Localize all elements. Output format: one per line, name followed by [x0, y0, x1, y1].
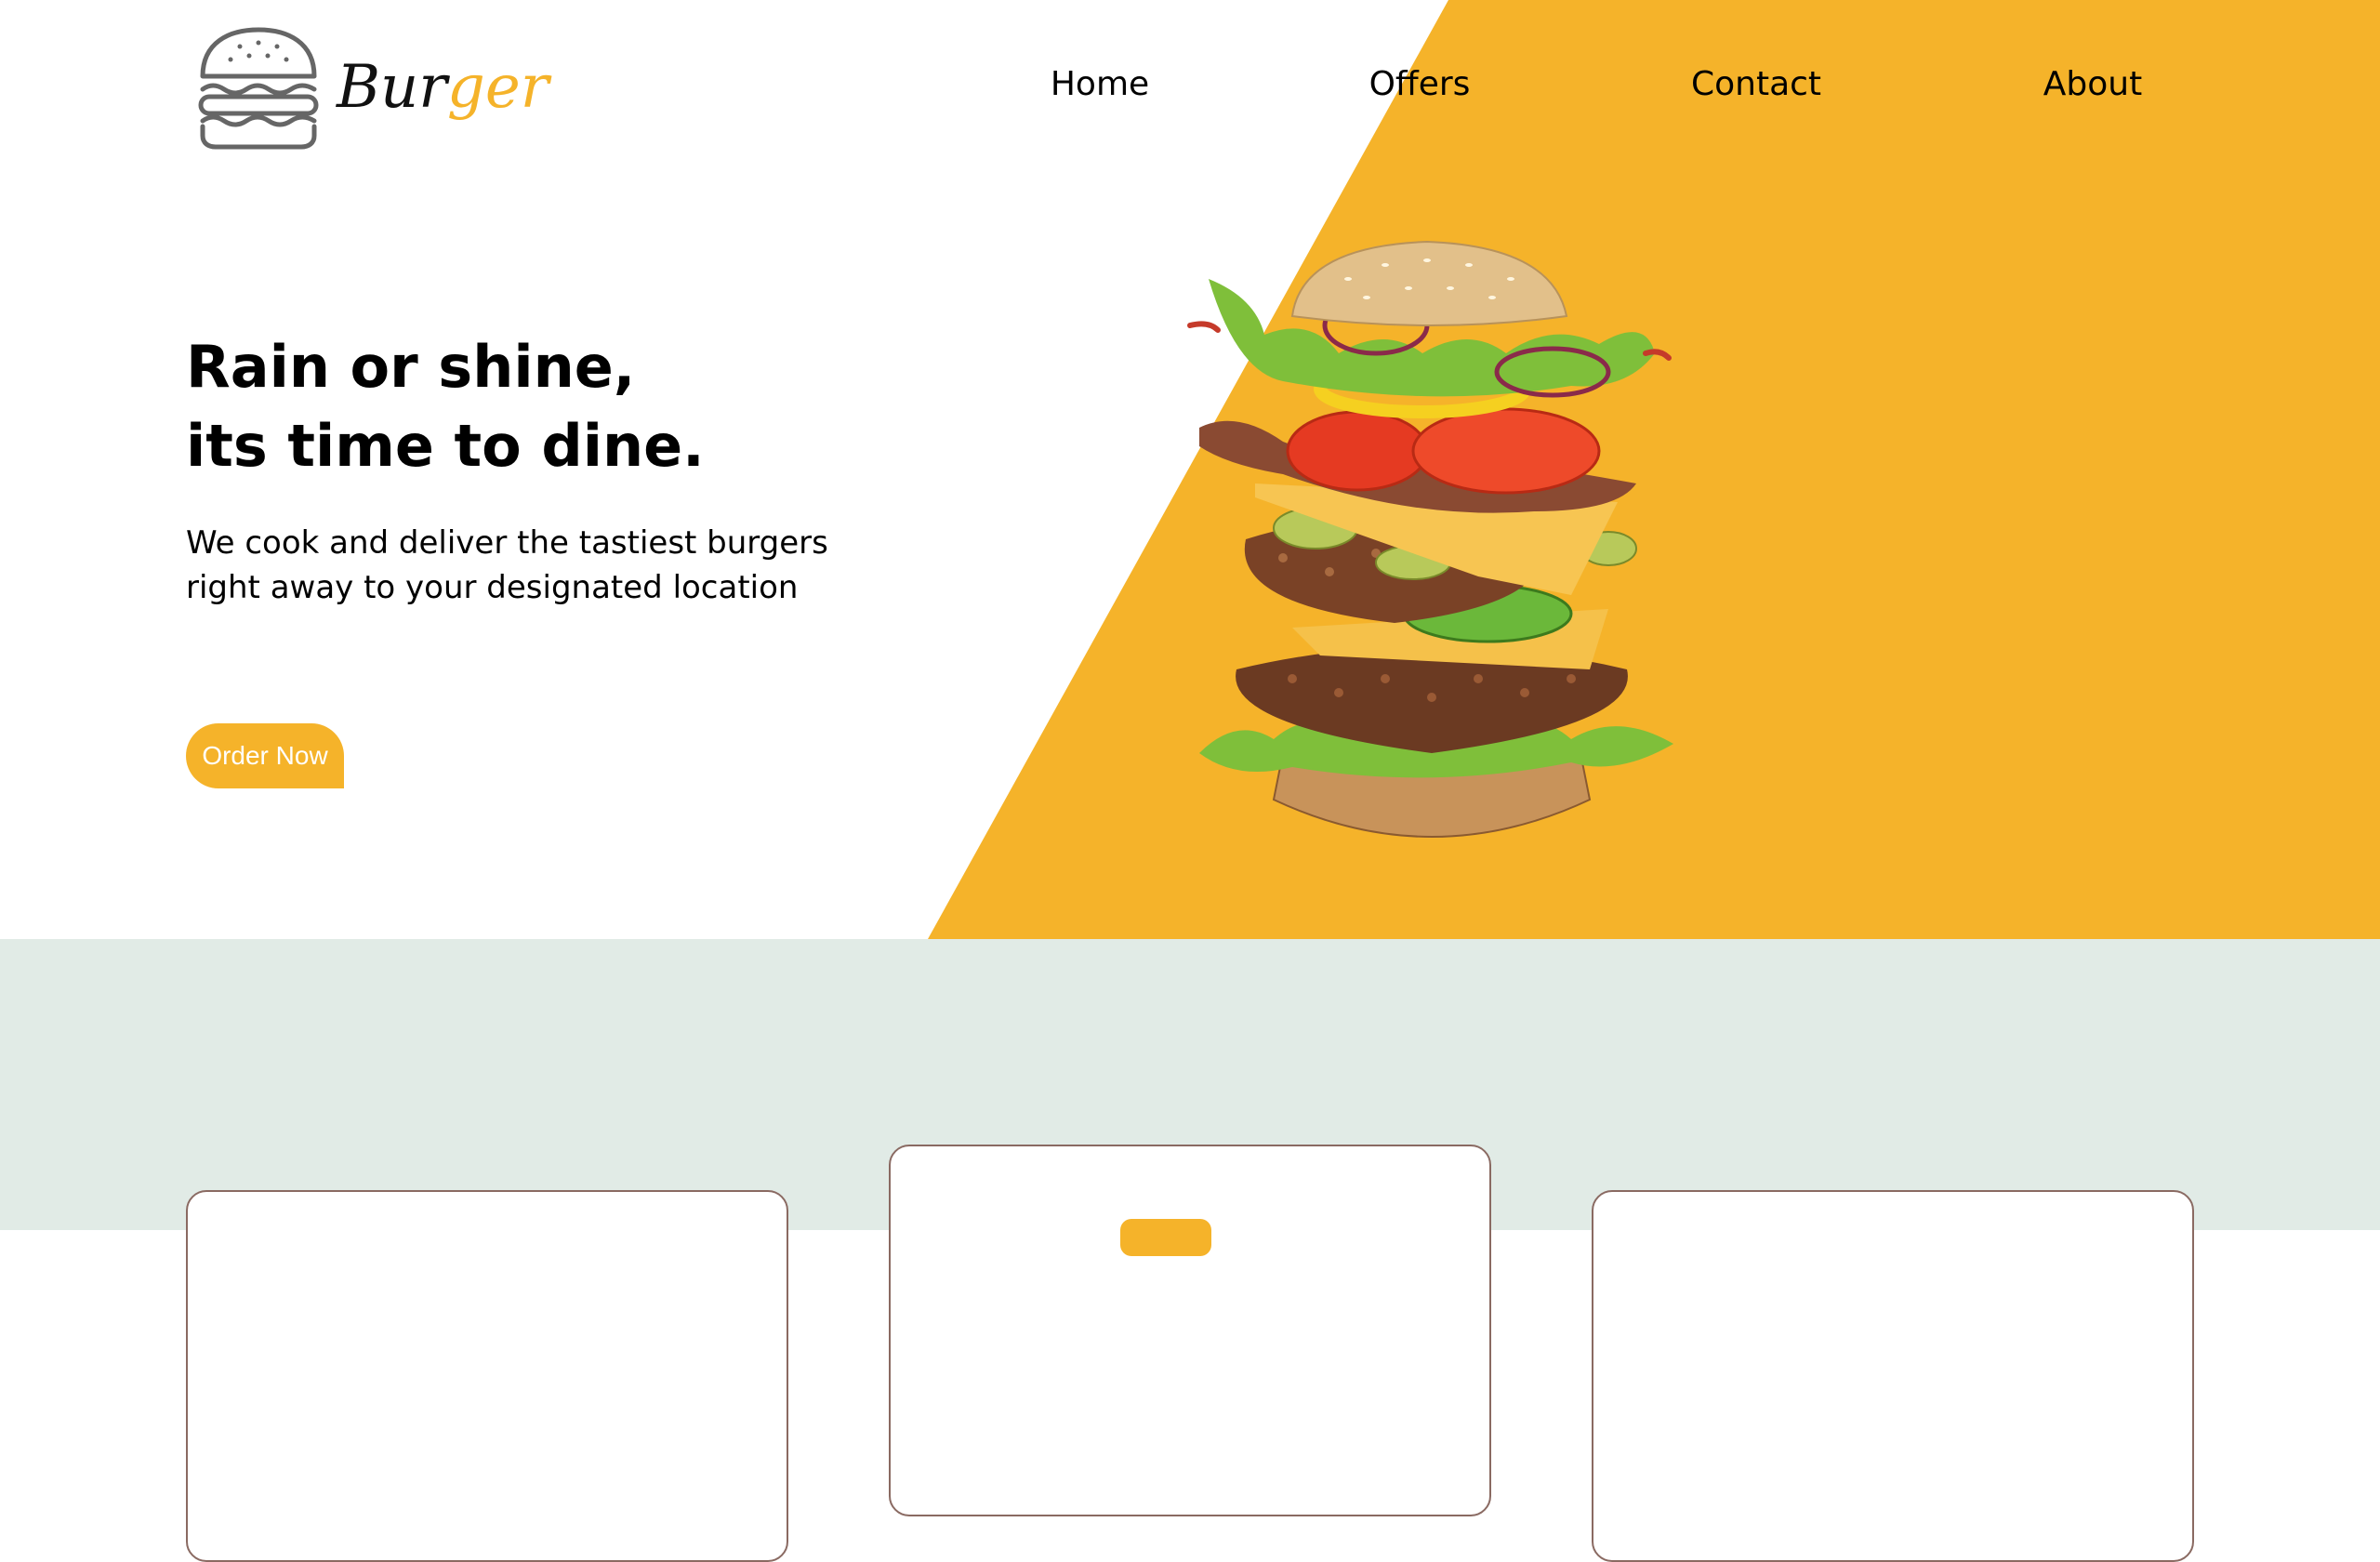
nav-link-offers[interactable]: Offers	[1369, 65, 1471, 103]
order-now-button[interactable]: Order Now	[186, 723, 344, 788]
nav-link-about[interactable]: About	[2043, 65, 2142, 103]
feature-card[interactable]	[186, 1190, 788, 1562]
hero-subtext-line-2: right away to your designated location	[186, 569, 799, 606]
brand-name: Burger	[337, 53, 549, 122]
nav-link-contact[interactable]: Contact	[1691, 65, 1821, 103]
features-section	[0, 939, 2380, 1562]
card-icon-badge	[1120, 1219, 1211, 1256]
exploded-burger-image	[1187, 240, 1673, 838]
feature-card-highlighted[interactable]	[889, 1145, 1491, 1516]
brand-logo[interactable]: Burger	[195, 24, 549, 151]
nav-link-home[interactable]: Home	[1051, 65, 1149, 103]
hero-subtext: We cook and deliver the tastiest burgers…	[186, 521, 892, 610]
hero-headline-line-1: Rain or shine,	[186, 333, 636, 401]
hero-headline-line-2: its time to dine.	[186, 412, 705, 480]
hero-subtext-line-1: We cook and deliver the tastiest burgers	[186, 524, 828, 562]
hero-section: Burger Home Offers Contact About Rain or…	[0, 0, 2380, 939]
feature-card[interactable]	[1592, 1190, 2194, 1562]
hero-headline: Rain or shine, its time to dine.	[186, 327, 705, 485]
burger-outline-icon	[198, 27, 319, 150]
